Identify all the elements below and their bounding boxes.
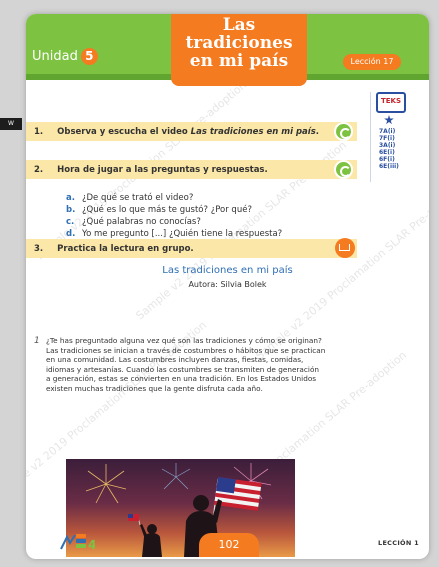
paragraph-line: a generación, estas se convierten en una… [46,374,317,384]
reading-paragraph: ¿Te has preguntado alguna vez qué son la… [46,336,416,394]
lesson-title-line: en mi país [189,51,289,71]
question-item: b. ¿Qué es lo que más te gustó? ¿Por qué… [66,204,282,216]
question-letter: c. [66,217,75,227]
paragraph-line: idiomas y artesanías. Cuando las costumb… [46,364,320,374]
question-item: a. ¿De qué se trató el video? [66,192,282,204]
unit-label: Unidad 5 [32,48,98,65]
question-list: a. ¿De qué se trató el video? b. ¿Qué es… [66,192,282,240]
series-logo-number: 4 [88,538,95,552]
paragraph-line: existen muchas tradiciones que la gente … [46,383,263,393]
texas-star-icon [384,115,394,125]
unit-text: Unidad [32,49,78,64]
instruction-bar-3: 3. Practica la lectura en grupo. [26,239,357,258]
paragraph-line: Las tradiciones se inician a través de c… [46,345,326,355]
side-tab[interactable]: W [0,118,22,130]
question-text: ¿De qué se trató el video? [82,193,194,203]
video-title: Las tradiciones en mi país [190,126,316,137]
question-letter: a. [66,193,75,203]
teks-panel: TEKS 7A(i) 7F(i) 3A(i) 6E(i) 6F(i) 6E(ii… [370,92,407,182]
instruction-number: 2. [34,164,44,175]
teks-code: 6E(i) [379,149,395,156]
series-logo: 4 [60,534,95,552]
paragraph-line: en una comunidad. Las costumbres incluye… [46,355,304,365]
question-text: ¿Qué es lo que más te gustó? ¿Por qué? [82,205,252,215]
page-number: 102 [199,533,259,557]
teks-code: 6E(iii) [379,163,399,170]
instruction-text: Observa y escucha el video [57,126,191,137]
question-item: c. ¿Qué palabras no conocías? [66,216,282,228]
teks-code: 7A(i) [379,128,396,135]
paragraph-line: ¿Te has preguntado alguna vez qué son la… [46,336,322,345]
teks-logo: TEKS [376,92,406,113]
book-icon[interactable] [335,238,355,258]
video-play-icon[interactable] [334,122,353,141]
instruction-bar-2: 2. Hora de jugar a las preguntas y respu… [26,160,357,179]
lesson-number-badge: Lección 17 [343,54,401,70]
lesson-title-line: Las [222,15,256,35]
lesson-title-line: tradiciones [185,33,293,53]
teks-code: 7F(i) [379,135,395,142]
teks-codes: 7A(i) 7F(i) 3A(i) 6E(i) 6F(i) 6E(iii) [379,128,407,170]
question-letter: b. [66,205,76,215]
reading-title: Las tradiciones en mi país [162,265,293,276]
activity-icon[interactable] [334,160,353,179]
instruction-number: 1. [34,126,44,137]
unit-number-badge: 5 [80,48,98,65]
instruction-text-end: . [315,126,319,137]
instruction-bar-1: 1. Observa y escucha el video Las tradic… [26,122,357,141]
textbook-page: Sample v2 2019 Proclamation SLAR Pre-ado… [26,14,429,559]
instruction-text: Practica la lectura en grupo. [57,243,194,254]
lesson-title: Las tradiciones en mi país [171,14,307,86]
teks-code: 6F(i) [379,156,395,163]
page-footer: 4 102 LECCIÓN 1 [26,528,429,559]
footer-lesson-label: LECCIÓN 1 [378,539,419,547]
reading-author: Autora: Silvia Bolek [188,280,267,289]
question-text: ¿Qué palabras no conocías? [82,217,201,227]
instruction-text: Hora de jugar a las preguntas y respuest… [57,164,268,175]
instruction-number: 3. [34,243,44,254]
teks-code: 3A(i) [379,142,396,149]
paragraph-number: 1 [34,336,40,346]
